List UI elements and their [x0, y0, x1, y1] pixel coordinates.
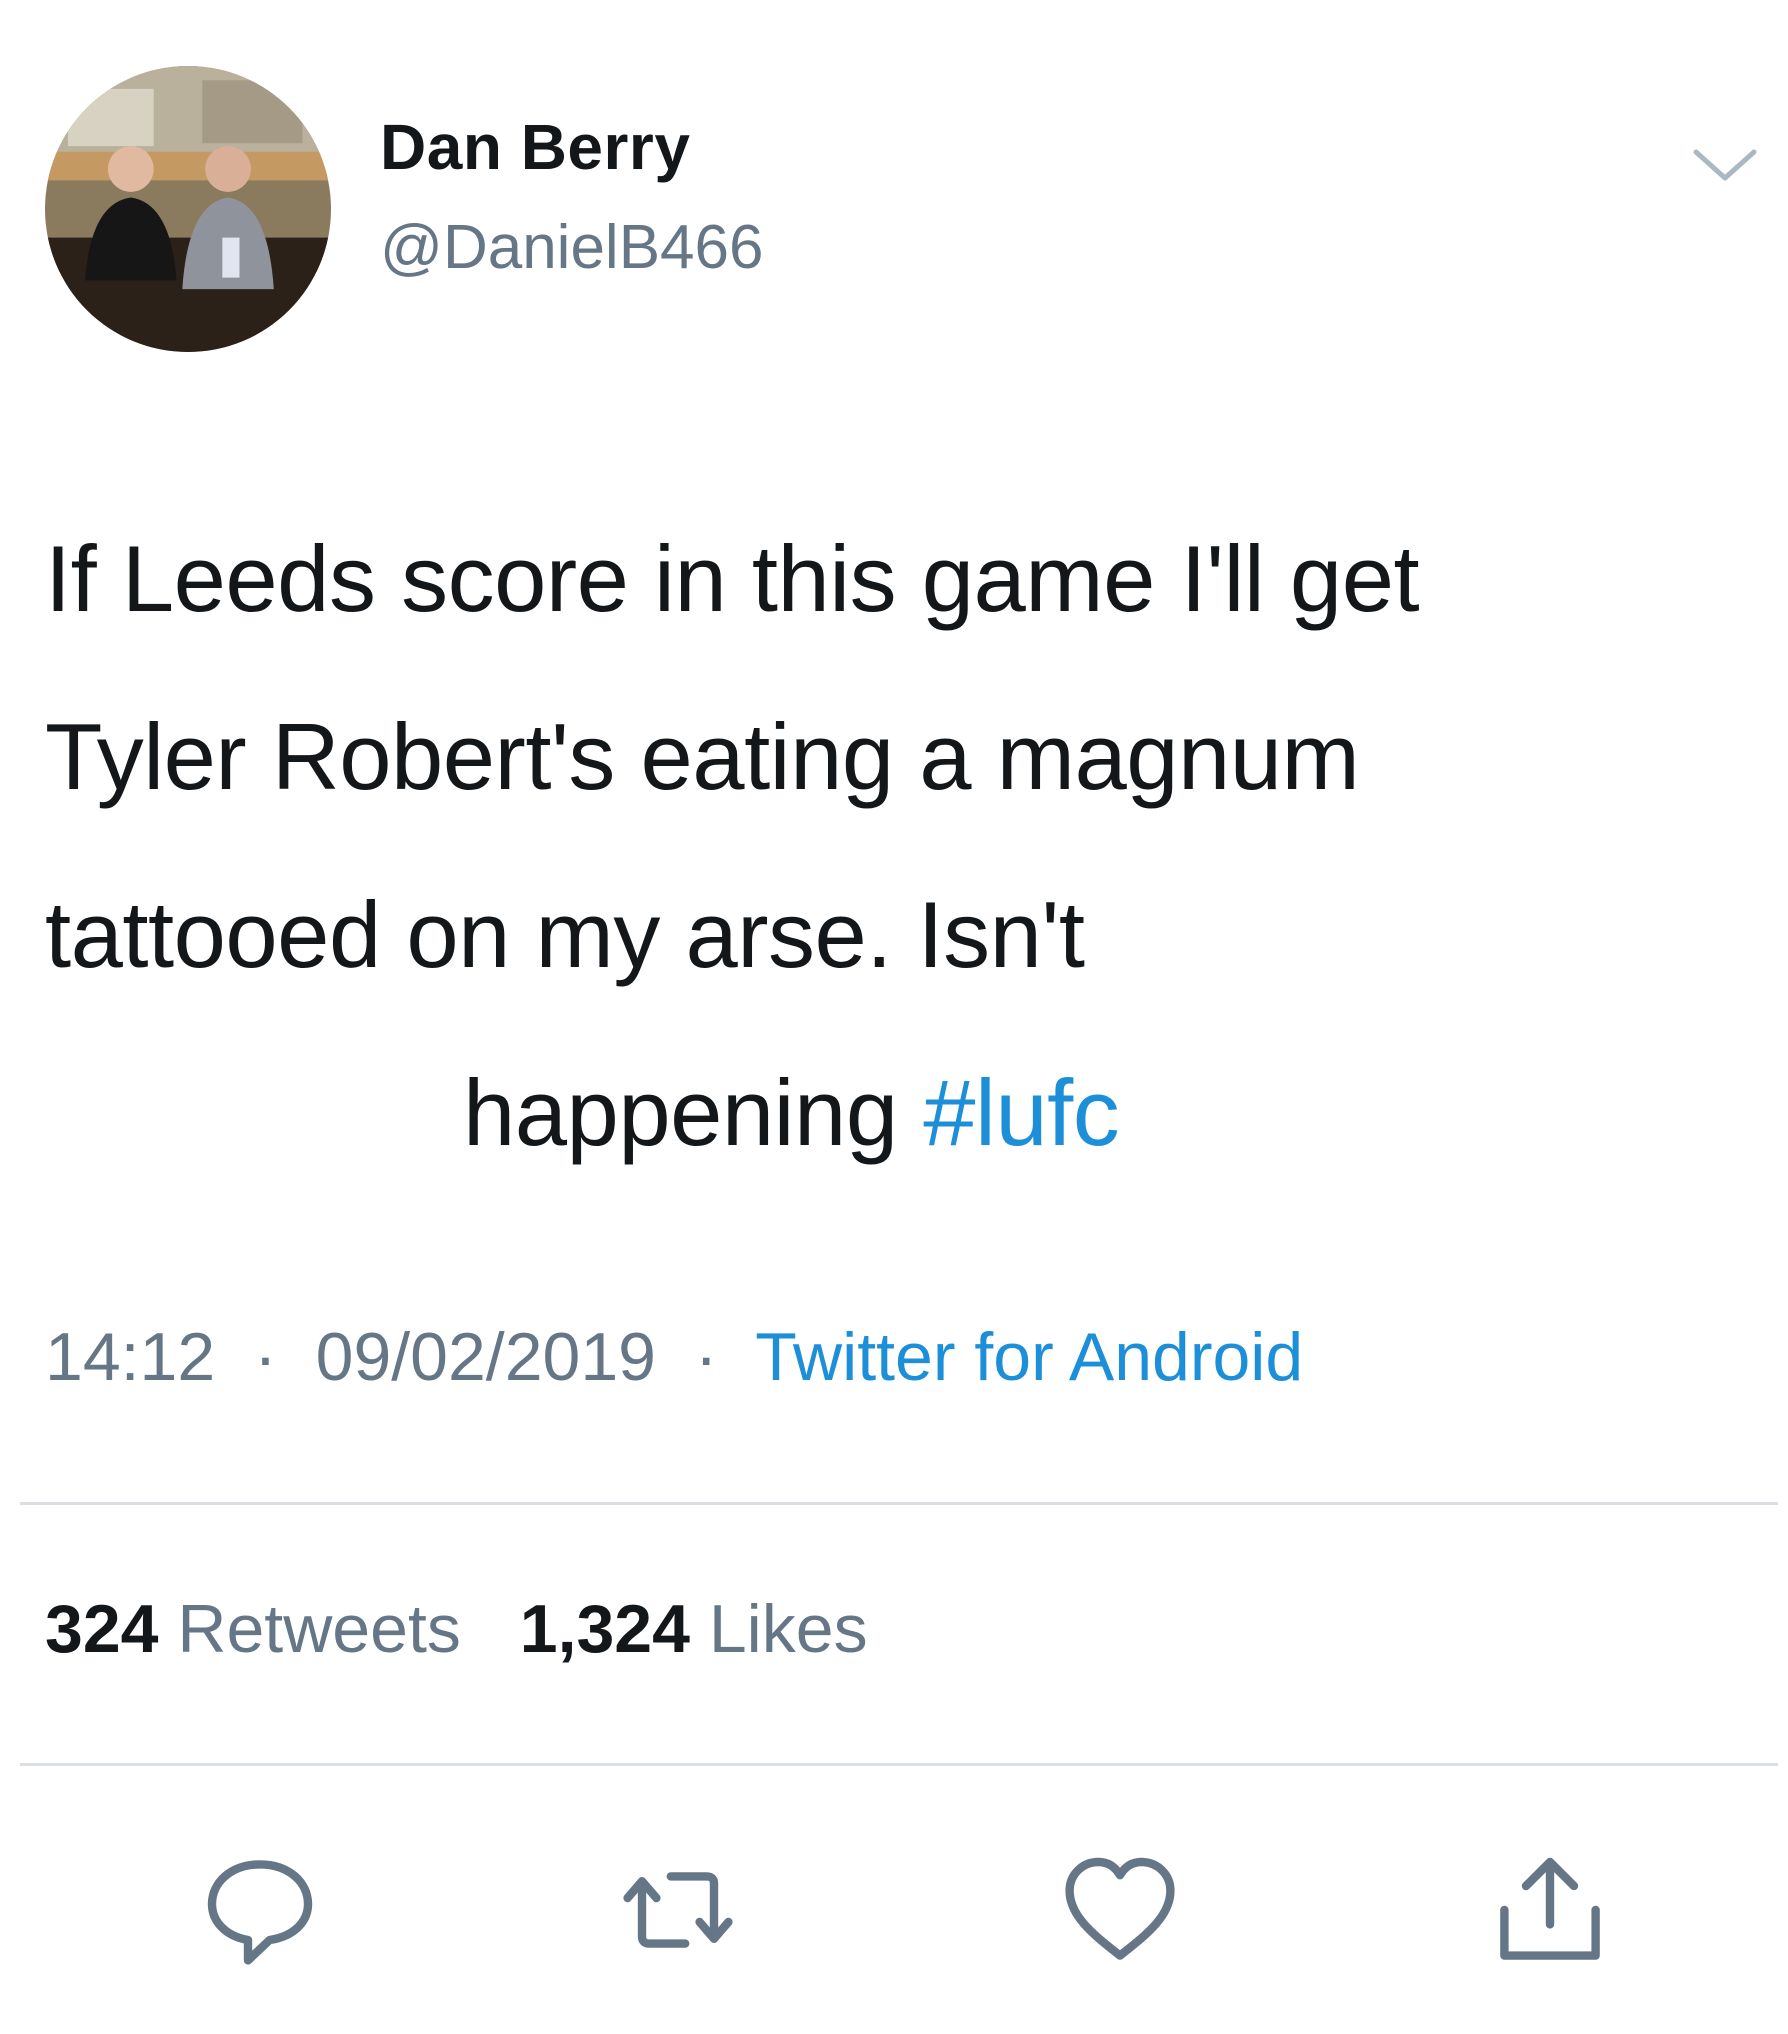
- tweet-source-link[interactable]: Twitter for Android: [755, 1319, 1303, 1395]
- retweets-stat[interactable]: 324 Retweets: [45, 1591, 461, 1667]
- retweets-count: 324: [45, 1591, 159, 1667]
- tweet-line: tattooed on my arse. Isn't: [45, 882, 1085, 987]
- divider: [20, 1502, 1778, 1505]
- user-handle[interactable]: @DanielB466: [380, 212, 764, 283]
- like-icon[interactable]: [1060, 1850, 1180, 1970]
- tweet-text: If Leeds score in this game I'll get Tyl…: [45, 490, 1765, 1202]
- likes-stat[interactable]: 1,324 Likes: [520, 1591, 868, 1667]
- meta-separator: ·: [694, 1319, 718, 1395]
- chevron-down-icon[interactable]: [1690, 140, 1760, 190]
- display-name[interactable]: Dan Berry: [380, 110, 690, 184]
- share-icon[interactable]: [1490, 1850, 1610, 1970]
- avatar[interactable]: [45, 66, 331, 352]
- retweets-label: Retweets: [177, 1591, 461, 1667]
- divider: [20, 1763, 1778, 1766]
- tweet-meta: 14:12 · 09/02/2019 · Twitter for Android: [45, 1318, 1303, 1396]
- likes-label: Likes: [708, 1591, 868, 1667]
- reply-icon[interactable]: [200, 1850, 320, 1970]
- tweet-line: If Leeds score in this game I'll get: [45, 526, 1420, 631]
- likes-count: 1,324: [519, 1591, 690, 1667]
- tweet-line-text: happening: [463, 1060, 924, 1165]
- tweet-line: happening #lufc: [45, 1024, 1765, 1202]
- hashtag-link[interactable]: #lufc: [923, 1060, 1120, 1165]
- tweet-line: Tyler Robert's eating a magnum: [45, 704, 1360, 809]
- meta-separator: ·: [254, 1319, 277, 1395]
- tweet-date: 09/02/2019: [315, 1319, 656, 1395]
- tweet-stats: 324 Retweets 1,324 Likes: [45, 1590, 908, 1668]
- retweet-icon[interactable]: [618, 1850, 738, 1970]
- tweet-time: 14:12: [45, 1319, 216, 1395]
- avatar-image: [45, 66, 331, 352]
